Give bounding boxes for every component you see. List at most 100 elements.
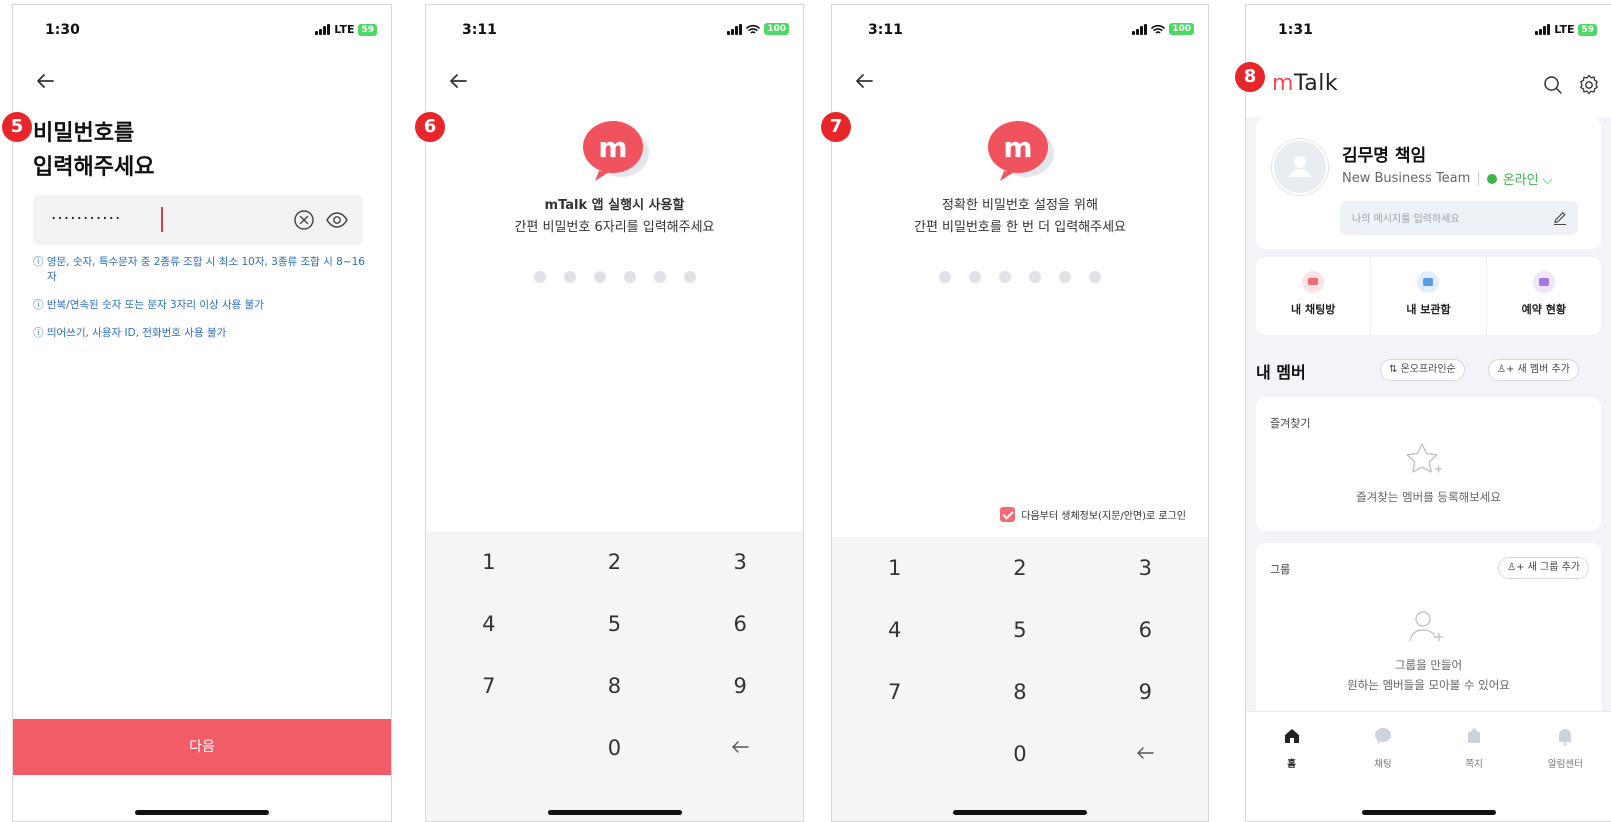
pin-dot [1089,271,1101,283]
mtalk-logo-icon: m [988,121,1054,181]
team-name: New Business Team [1342,171,1471,186]
key-3[interactable]: 3 [677,547,803,609]
favorites-card: 즐겨찾기 즐겨찾는 멤버를 등록해보세요 [1256,397,1601,531]
presence-dropdown[interactable]: 온라인 ⌵ [1503,169,1553,188]
search-icon[interactable] [1541,73,1565,97]
step-badge: 7 [821,112,851,142]
sort-icon: ⇅ [1389,364,1401,375]
key-0[interactable]: 0 [552,733,678,795]
key-9[interactable]: 9 [677,671,803,733]
biometric-login-checkbox[interactable]: 다음부터 생체정보(지문/안면)로 로그인 [1000,507,1186,522]
status-bar: 3:11 100 [832,5,1208,57]
divider: | [1476,171,1481,186]
status-time: 1:30 [45,22,80,38]
key-1[interactable]: 1 [832,553,957,615]
biometric-label: 다음부터 생체정보(지문/안면)로 로그인 [1021,511,1186,522]
pin-confirm-screen: 3:11 100 m 정확한 비밀번호 설정을 위해 간편 비밀번호를 한 번 … [831,4,1209,822]
key-7[interactable]: 7 [426,671,552,733]
key-2[interactable]: 2 [957,553,1082,615]
backspace-key[interactable] [1083,739,1208,801]
pin-dot [563,271,576,283]
key-empty [426,733,552,795]
back-arrow-icon[interactable] [33,69,57,93]
battery-icon: 100 [1169,23,1194,35]
app-header: mTalk [1246,57,1611,117]
tab-home[interactable]: 홈 [1246,726,1337,770]
status-message-input[interactable]: 나의 메시지를 입력하세요 [1340,201,1578,235]
avatar[interactable] [1272,139,1328,195]
add-member-button[interactable]: ♙+ 새 멤버 추가 [1488,359,1579,381]
add-group-button[interactable]: ♙+ 새 그룹 추가 [1498,557,1589,579]
bottom-tab-bar: 홈 채팅 쪽지 알림센터 [1246,711,1611,821]
status-bar: 1:31 LTE 59 [1246,5,1611,57]
pin-dot [653,271,666,283]
group-title: 그룹 [1270,563,1291,576]
profile-name: 김무명 책임 [1342,146,1427,166]
key-0[interactable]: 0 [957,739,1082,801]
pin-dot [999,271,1011,283]
password-input[interactable]: ··········· [33,195,363,245]
clear-icon[interactable] [293,209,315,231]
chatroom-icon [1302,271,1325,293]
add-person-icon: ♙+ [1497,364,1518,375]
key-8[interactable]: 8 [957,677,1082,739]
password-rules: ⓘ 영문, 숫자, 특수문자 중 2종류 조합 시 최소 10자, 3종류 조합… [33,255,367,354]
key-6[interactable]: 6 [1083,615,1208,677]
pin-dot [623,271,636,283]
key-4[interactable]: 4 [832,615,957,677]
my-storage-button[interactable]: 내 보관함 [1371,257,1487,335]
pin-instruction: mTalk 앱 실행시 사용할 간편 비밀번호 6자리를 입력해주세요 [514,198,715,235]
key-5[interactable]: 5 [552,609,678,671]
key-7[interactable]: 7 [832,677,957,739]
backspace-key[interactable] [677,733,803,795]
page-title: 비밀번호를 입력해주세요 [33,121,155,180]
home-indicator [547,810,682,815]
pin-dot [593,271,606,283]
tab-chat[interactable]: 채팅 [1337,726,1428,770]
pin-setup-screen: 3:11 100 m mTalk 앱 실행시 사용할 간편 비밀번호 6자리를 … [425,4,804,822]
note-icon [1468,728,1481,743]
pin-instruction: 정확한 비밀번호 설정을 위해 간편 비밀번호를 한 번 더 입력해주세요 [913,198,1127,235]
pin-dot [533,271,546,283]
key-2[interactable]: 2 [552,547,678,609]
key-4[interactable]: 4 [426,609,552,671]
group-empty-text: 그룹을 만들어 원하는 멤버들을 모아볼 수 있어요 [1347,658,1510,692]
home-indicator [1361,810,1496,815]
pin-indicator [426,271,803,283]
key-3[interactable]: 3 [1083,553,1208,615]
online-status-dot [1486,173,1497,184]
pencil-icon[interactable] [1552,210,1568,226]
home-indicator [953,810,1087,815]
key-5[interactable]: 5 [957,615,1082,677]
signal-icon [1132,23,1148,35]
back-arrow-icon[interactable] [852,69,876,93]
show-password-icon[interactable] [325,209,349,231]
pin-dot [939,271,951,283]
sort-online-offline-button[interactable]: ⇅ 온오프라인순 [1380,359,1465,381]
back-arrow-icon[interactable] [446,69,470,93]
next-button[interactable]: 다음 [13,719,391,775]
star-add-icon [1406,443,1442,473]
key-6[interactable]: 6 [677,609,803,671]
tab-note[interactable]: 쪽지 [1429,726,1520,770]
number-keypad: 1 2 3 4 5 6 7 8 9 0 [832,537,1208,821]
reservation-status-button[interactable]: 예약 현황 [1487,257,1601,335]
app-logo: mTalk [1272,71,1339,96]
chat-bubble-icon [1374,728,1391,744]
my-members-header: 내 멤버 ⇅ 온오프라인순 ♙+ 새 멤버 추가 [1256,357,1611,385]
rule-text: ⓘ 영문, 숫자, 특수문자 중 2종류 조합 시 최소 10자, 3종류 조합… [33,256,365,283]
checkbox-checked-icon[interactable] [1000,507,1016,522]
gear-icon[interactable] [1577,73,1601,97]
key-1[interactable]: 1 [426,547,552,609]
status-time: 3:11 [868,22,903,38]
key-8[interactable]: 8 [552,671,678,733]
step-badge: 5 [2,112,32,142]
rule-text: ⓘ 띄어쓰기, 사용자 ID, 전화번호 사용 불가 [33,327,227,339]
my-chatrooms-button[interactable]: 내 채팅방 [1256,257,1372,335]
quick-menu: 내 채팅방 내 보관함 예약 현황 [1256,257,1601,335]
tab-notification-center[interactable]: 알림센터 [1520,726,1611,770]
user-placeholder-icon [1289,156,1311,177]
svg-text:m: m [1003,131,1032,164]
storage-box-icon [1417,271,1440,293]
key-9[interactable]: 9 [1083,677,1208,739]
